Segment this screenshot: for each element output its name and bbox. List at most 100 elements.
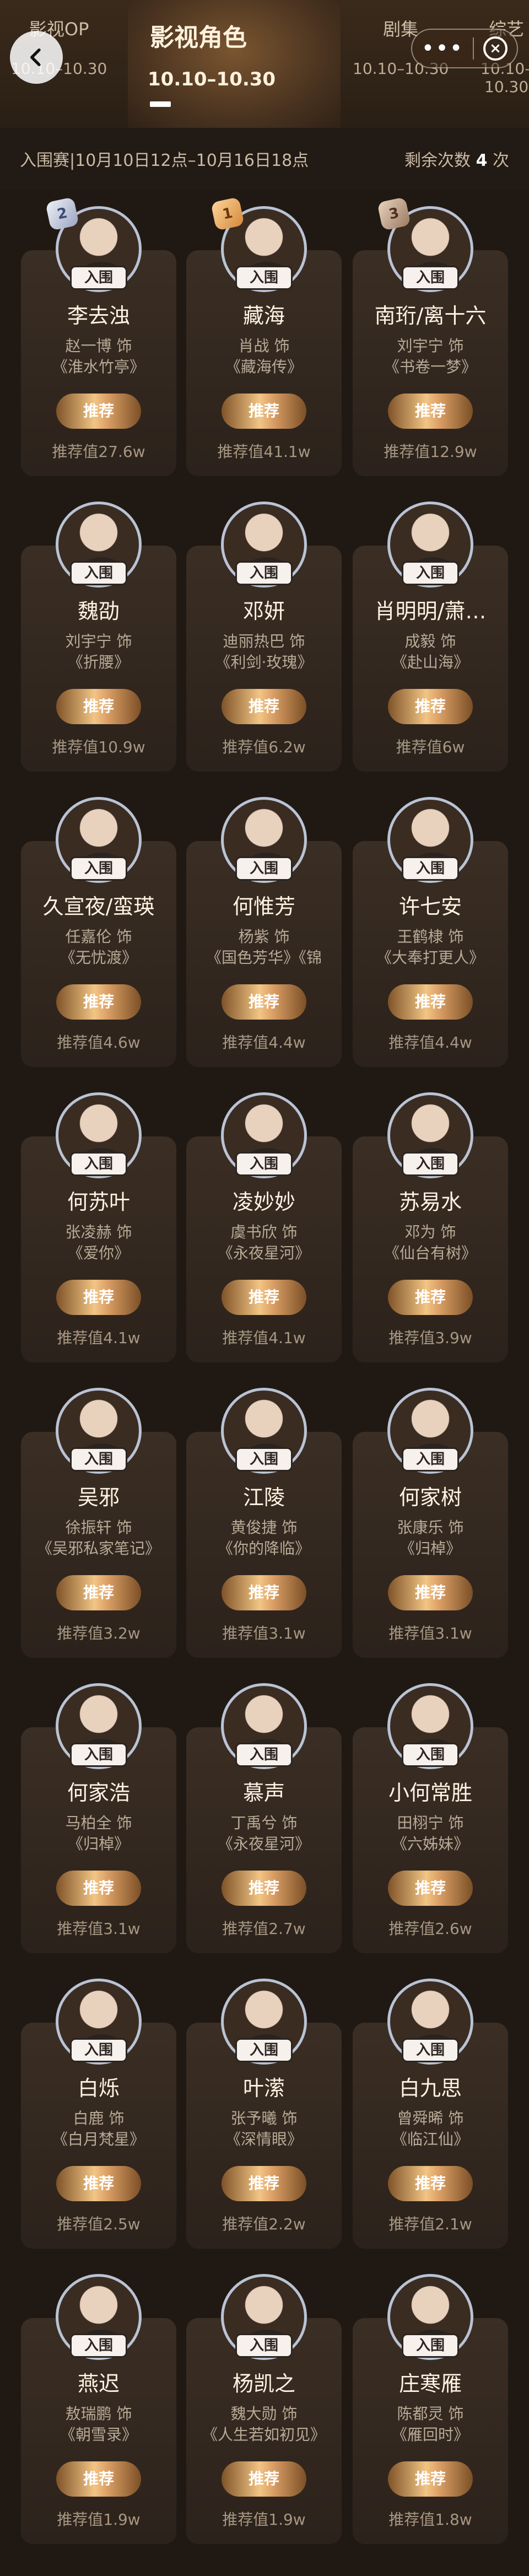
recommend-button[interactable]: 推荐 xyxy=(388,1575,473,1610)
character-card[interactable]: 1 入围 藏海 肖战 饰 《藏海传》 推荐 推荐值41.1w xyxy=(186,190,342,476)
remaining-unit: 次 xyxy=(493,151,509,170)
character-card[interactable]: 入围 何家浩 马柏全 饰 《归棹》 推荐 推荐值3.1w xyxy=(21,1667,176,1953)
recommend-value: 推荐值2.7w xyxy=(222,1920,306,1938)
character-card[interactable]: 入围 白九思 曾舜晞 饰 《临江仙》 推荐 推荐值2.1w xyxy=(353,1962,508,2249)
character-card[interactable]: 入围 魏劭 刘宇宁 饰 《折腰》 推荐 推荐值10.9w xyxy=(21,485,176,772)
recommend-button[interactable]: 推荐 xyxy=(222,1871,306,1906)
round-info-bar: 入围赛|10月10日12点–10月16日18点 剩余次数 4 次 xyxy=(0,128,529,190)
recommend-button[interactable]: 推荐 xyxy=(222,984,306,1020)
character-card[interactable]: 入围 久宣夜/蛮瑛 任嘉伦 饰 《无忧渡》 推荐 推荐值4.6w xyxy=(21,780,176,1067)
character-name: 何苏叶 xyxy=(67,1190,130,1214)
actor-name: 赵一博 饰 xyxy=(65,337,132,355)
recommend-button[interactable]: 推荐 xyxy=(56,984,141,1020)
character-card[interactable]: 入围 邓妍 迪丽热巴 饰 《利剑·玫瑰》 推荐 推荐值6.2w xyxy=(186,485,342,772)
actor-name: 刘宇宁 饰 xyxy=(65,632,132,650)
recommend-button[interactable]: 推荐 xyxy=(388,1871,473,1906)
character-card[interactable]: 入围 何家树 张康乐 饰 《归棹》 推荐 推荐值3.1w xyxy=(353,1371,508,1658)
shortlist-badge: 入围 xyxy=(402,856,459,881)
recommend-button[interactable]: 推荐 xyxy=(222,1575,306,1610)
character-name: 邓妍 xyxy=(242,599,285,623)
work-title: 《临江仙》 xyxy=(391,2130,469,2148)
actor-name: 虞书欣 饰 xyxy=(230,1223,298,1241)
recommend-button[interactable]: 推荐 xyxy=(388,689,473,724)
recommend-value: 推荐值4.1w xyxy=(222,1329,306,1347)
recommend-button[interactable]: 推荐 xyxy=(388,1280,473,1315)
recommend-button[interactable]: 推荐 xyxy=(388,2166,473,2201)
recommend-value: 推荐值4.6w xyxy=(57,1033,141,1052)
actor-name: 徐振轩 饰 xyxy=(65,1518,132,1537)
actor-name: 陈都灵 饰 xyxy=(397,2405,464,2423)
character-card[interactable]: 入围 白烁 白鹿 饰 《白月梵星》 推荐 推荐值2.5w xyxy=(21,1962,176,2249)
work-title: 《雁回时》 xyxy=(391,2426,469,2444)
recommend-button[interactable]: 推荐 xyxy=(388,2461,473,2497)
actor-name: 田栩宁 饰 xyxy=(397,1814,464,1832)
recommend-button[interactable]: 推荐 xyxy=(222,394,306,429)
work-title: 《朝雪录》 xyxy=(60,2426,137,2444)
active-tab-indicator xyxy=(150,101,171,107)
character-card[interactable]: 入围 肖明明/萧… 成毅 饰 《赴山海》 推荐 推荐值6w xyxy=(353,485,508,772)
character-card[interactable]: 入围 小何常胜 田栩宁 饰 《六姊妹》 推荐 推荐值2.6w xyxy=(353,1667,508,1953)
character-name: 叶潆 xyxy=(242,2076,285,2100)
character-card[interactable]: 入围 庄寒雁 陈都灵 饰 《雁回时》 推荐 推荐值1.8w xyxy=(353,2257,508,2544)
recommend-button[interactable]: 推荐 xyxy=(388,394,473,429)
recommend-button[interactable]: 推荐 xyxy=(388,984,473,1020)
work-title: 《淮水竹亭》 xyxy=(52,358,145,376)
recommend-button[interactable]: 推荐 xyxy=(222,689,306,724)
recommend-button[interactable]: 推荐 xyxy=(56,394,141,429)
tab-label: 影视角色 xyxy=(150,24,247,52)
actor-name: 邓为 饰 xyxy=(404,1223,456,1241)
character-card[interactable]: 入围 叶潆 张予曦 饰 《深情眼》 推荐 推荐值2.2w xyxy=(186,1962,342,2249)
character-card[interactable]: 2 入围 李去浊 赵一博 饰 《淮水竹亭》 推荐 推荐值27.6w xyxy=(21,190,176,476)
actor-name: 任嘉伦 饰 xyxy=(65,928,132,946)
character-name: 藏海 xyxy=(242,304,285,328)
recommend-button[interactable]: 推荐 xyxy=(56,689,141,724)
tab-film-role[interactable]: 影视角色 10.10–10.30 xyxy=(128,0,341,128)
recommend-value: 推荐值1.9w xyxy=(222,2510,306,2529)
recommend-button[interactable]: 推荐 xyxy=(56,1871,141,1906)
shortlist-badge: 入围 xyxy=(70,266,127,290)
recommend-button[interactable]: 推荐 xyxy=(56,1280,141,1315)
character-card[interactable]: 入围 慕声 丁禹兮 饰 《永夜星河》 推荐 推荐值2.7w xyxy=(186,1667,342,1953)
round-period: 入围赛|10月10日12点–10月16日18点 xyxy=(20,151,309,170)
recommend-button[interactable]: 推荐 xyxy=(56,2166,141,2201)
character-name: 许七安 xyxy=(398,894,462,919)
character-card[interactable]: 入围 何苏叶 张凌赫 饰 《爱你》 推荐 推荐值4.1w xyxy=(21,1076,176,1362)
work-title: 《你的降临》 xyxy=(217,1539,310,1558)
character-card[interactable]: 入围 杨凯之 魏大勋 饰 《人生若如初见》 推荐 推荐值1.9w xyxy=(186,2257,342,2544)
actor-name: 敖瑞鹏 饰 xyxy=(65,2405,132,2423)
recommend-value: 推荐值4.4w xyxy=(222,1033,306,1052)
recommend-value: 推荐值6.2w xyxy=(222,738,306,756)
recommend-button[interactable]: 推荐 xyxy=(222,2166,306,2201)
close-button[interactable]: × xyxy=(474,36,517,61)
character-card[interactable]: 入围 江陵 黄俊捷 饰 《你的降临》 推荐 推荐值3.1w xyxy=(186,1371,342,1658)
recommend-value: 推荐值1.9w xyxy=(57,2510,141,2529)
shortlist-badge: 入围 xyxy=(235,561,293,585)
work-title: 《爱你》 xyxy=(67,1244,129,1262)
recommend-button[interactable]: 推荐 xyxy=(56,2461,141,2497)
back-button[interactable] xyxy=(10,31,63,84)
character-name: 吴邪 xyxy=(77,1485,120,1510)
actor-name: 肖战 饰 xyxy=(238,337,290,355)
character-name: 庄寒雁 xyxy=(398,2372,462,2396)
more-icon[interactable]: ••• xyxy=(412,32,473,65)
actor-name: 成毅 饰 xyxy=(404,632,456,650)
work-title: 《归棹》 xyxy=(67,1835,129,1853)
shortlist-badge: 入围 xyxy=(235,266,293,290)
character-card[interactable]: 入围 燕迟 敖瑞鹏 饰 《朝雪录》 推荐 推荐值1.9w xyxy=(21,2257,176,2544)
character-name: 李去浊 xyxy=(67,304,130,328)
recommend-button[interactable]: 推荐 xyxy=(222,2461,306,2497)
character-card[interactable]: 3 入围 南珩/离十六 刘宇宁 饰 《书卷一梦》 推荐 推荐值12.9w xyxy=(353,190,508,476)
character-card[interactable]: 入围 吴邪 徐振轩 饰 《吴邪私家笔记》 推荐 推荐值3.2w xyxy=(21,1371,176,1658)
shortlist-badge: 入围 xyxy=(235,2038,293,2062)
character-card[interactable]: 入围 许七安 王鹤棣 饰 《大奉打更人》 推荐 推荐值4.4w xyxy=(353,780,508,1067)
shortlist-badge: 入围 xyxy=(402,1743,459,1767)
character-name: 南珩/离十六 xyxy=(374,304,487,328)
work-title: 《折腰》 xyxy=(67,653,129,671)
character-card[interactable]: 入围 苏易水 邓为 饰 《仙台有树》 推荐 推荐值3.9w xyxy=(353,1076,508,1362)
recommend-button[interactable]: 推荐 xyxy=(222,1280,306,1315)
recommend-button[interactable]: 推荐 xyxy=(56,1575,141,1610)
character-card[interactable]: 入围 何惟芳 杨紫 饰 《国色芳华》《锦 推荐 推荐值4.4w xyxy=(186,780,342,1067)
work-title: 《书卷一梦》 xyxy=(384,358,477,376)
recommend-value: 推荐值3.9w xyxy=(388,1329,472,1347)
character-card[interactable]: 入围 凌妙妙 虞书欣 饰 《永夜星河》 推荐 推荐值4.1w xyxy=(186,1076,342,1362)
